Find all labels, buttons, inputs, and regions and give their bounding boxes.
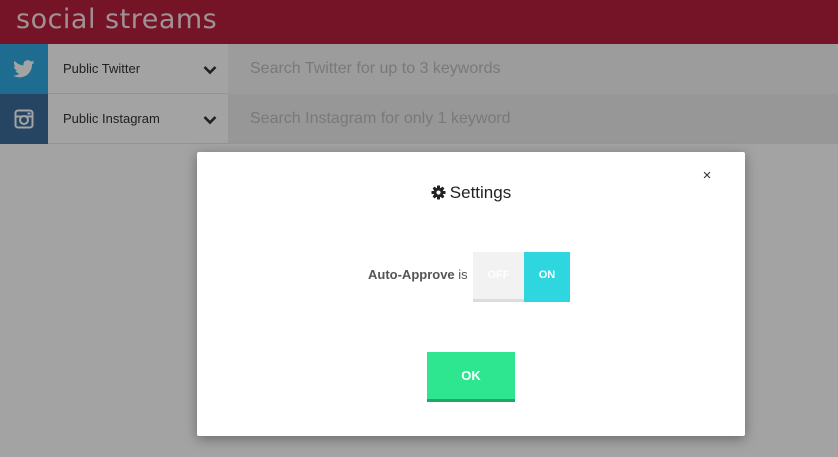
auto-approve-is-text: is <box>458 267 468 282</box>
ok-button[interactable]: OK <box>427 352 515 402</box>
gear-icon <box>431 185 446 205</box>
auto-approve-label: Auto-Approve is <box>368 267 468 282</box>
auto-approve-toggle[interactable]: OFF ON <box>473 252 570 302</box>
toggle-off-option[interactable]: OFF <box>473 252 524 302</box>
auto-approve-text: Auto-Approve <box>368 267 455 282</box>
settings-modal: × Settings Auto-Approve is OFF ON OK <box>197 152 745 436</box>
toggle-on-option[interactable]: ON <box>524 252 570 302</box>
modal-title: Settings <box>197 183 745 205</box>
modal-title-text: Settings <box>449 183 512 202</box>
